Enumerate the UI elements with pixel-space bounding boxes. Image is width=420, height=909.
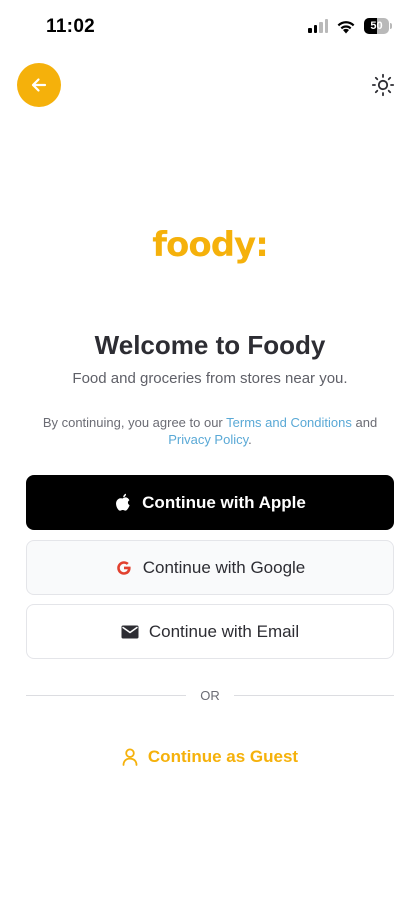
svg-text:foody:: foody: (152, 225, 268, 265)
welcome-subtitle: Food and groceries from stores near you. (72, 370, 348, 387)
wifi-icon (337, 20, 355, 33)
battery-icon: 50 (364, 18, 392, 34)
terms-prefix: By continuing, you agree to our (42, 415, 227, 430)
login-screen: 11:02 50 foody: Welcome to Foody Food an… (0, 0, 420, 909)
divider-line-right (233, 694, 394, 696)
continue-with-email-button[interactable]: Continue with Email (26, 604, 394, 659)
google-button-label: Continue with Google (142, 557, 306, 577)
continue-with-apple-button[interactable]: Continue with Apple (26, 475, 394, 530)
user-icon (122, 748, 138, 766)
back-button[interactable] (17, 63, 61, 107)
terms-suffix: . (248, 432, 252, 447)
continue-as-guest-button[interactable]: Continue as Guest (100, 742, 320, 772)
status-bar: 11:02 50 (0, 0, 420, 56)
welcome-title: Welcome to Foody (94, 330, 326, 360)
foody-logo: foody: (0, 222, 420, 270)
terms-middle: and (351, 415, 378, 430)
divider-line-left (26, 694, 187, 696)
divider-label: OR (200, 687, 220, 703)
sun-icon (371, 73, 395, 97)
apple-icon (116, 493, 130, 511)
guest-button-label: Continue as Guest (147, 747, 299, 766)
google-icon (116, 560, 131, 575)
or-divider: OR (26, 686, 394, 704)
privacy-policy-link[interactable]: Privacy Policy (168, 432, 248, 447)
terms-link[interactable]: Terms and Conditions (226, 415, 352, 430)
continue-with-google-button[interactable]: Continue with Google (26, 540, 394, 595)
terms-notice: By continuing, you agree to our Terms an… (30, 414, 390, 448)
cellular-signal-icon (308, 19, 328, 33)
email-button-label: Continue with Email (148, 621, 300, 641)
status-time: 11:02 (46, 16, 96, 37)
mail-icon (121, 625, 139, 638)
theme-toggle-button[interactable] (370, 72, 396, 98)
status-icons: 50 (308, 18, 392, 34)
battery-percentage: 50 (370, 20, 383, 32)
apple-button-label: Continue with Apple (142, 492, 306, 512)
arrow-left-icon (31, 78, 47, 92)
